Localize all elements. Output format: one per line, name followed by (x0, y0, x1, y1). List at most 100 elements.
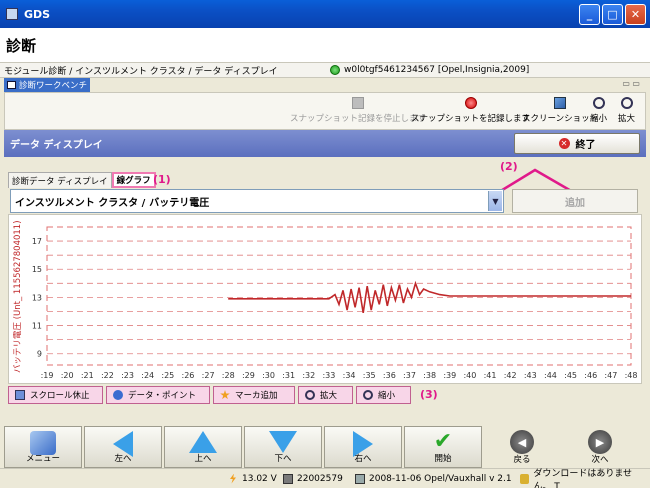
minimize-button[interactable]: _ (579, 4, 600, 25)
status-download: ダウンロードはありません。 T (520, 466, 650, 488)
annotation-3: (3) (420, 388, 438, 401)
zoom-out-label: 縮小 (590, 114, 608, 124)
end-button[interactable]: ✕ 終了 (514, 133, 640, 154)
x-tick-label: :35 (363, 371, 376, 380)
x-tick-label: :38 (423, 371, 436, 380)
left-button[interactable]: 左へ (84, 426, 162, 468)
display-tabs: 診断データ ディスプレイ 線グラフ (8, 172, 156, 188)
arrow-up-icon (189, 431, 217, 453)
stop-snapshot-button[interactable]: スナップショット記録を停止します (290, 97, 426, 124)
snapshot-toolbar: スナップショット記録を停止します スナップショットを記録します スクリーンショッ… (4, 92, 646, 130)
vehicle-info: w0l0tgf5461234567 [Opel,Insignia,2009] (330, 65, 529, 75)
start-button[interactable]: ✔ 開始 (404, 426, 482, 468)
chevron-down-icon[interactable]: ▼ (488, 191, 502, 211)
panel-window-controls[interactable]: ▭ ▭ (622, 79, 640, 88)
record-snapshot-button[interactable]: スナップショットを記録します (411, 97, 530, 124)
list-icon (15, 390, 25, 400)
status-id: 22002579 (283, 473, 343, 484)
up-button[interactable]: 上へ (164, 426, 242, 468)
workbench-tab-row: 診断ワークベンチ ▭ ▭ (0, 78, 650, 92)
x-tick-label: :30 (262, 371, 275, 380)
zoom-out-icon (592, 97, 605, 109)
tab-line-graph[interactable]: 線グラフ (111, 172, 156, 188)
x-tick-label: :41 (484, 371, 497, 380)
graph-zoom-out-label: 縮小 (378, 391, 396, 401)
back-icon: ◀ (510, 430, 534, 454)
x-tick-label: :31 (282, 371, 295, 380)
x-tick-label: :34 (343, 371, 356, 380)
menu-icon (30, 431, 56, 455)
x-tick-label: :40 (463, 371, 476, 380)
arrow-down-icon (269, 431, 297, 453)
title-bar: GDS _ □ ✕ (0, 0, 650, 28)
status-version: 2008-11-06 Opel/Vauxhall v 2.1 (355, 473, 512, 484)
tab-diag-data-display[interactable]: 診断データ ディスプレイ (8, 172, 112, 188)
page-title: 診断 (0, 28, 650, 62)
graph-zoom-out-button[interactable]: 縮小 (356, 386, 411, 404)
window-title: GDS (24, 7, 51, 21)
close-circle-icon: ✕ (558, 138, 570, 149)
zoom-in-icon (620, 97, 633, 109)
x-tick-label: :47 (604, 371, 617, 380)
x-tick-label: :43 (524, 371, 537, 380)
next-button[interactable]: ▶ 次へ (562, 426, 638, 468)
device-icon (283, 473, 293, 484)
back-label: 戻る (513, 455, 531, 465)
down-button[interactable]: 下へ (244, 426, 322, 468)
arrow-right-icon (353, 431, 373, 457)
x-tick-label: :44 (544, 371, 557, 380)
close-button[interactable]: ✕ (625, 4, 646, 25)
zoom-in-label: 拡大 (618, 114, 636, 124)
record-snapshot-label: スナップショットを記録します (411, 114, 531, 124)
version-text: 2008-11-06 Opel/Vauxhall v 2.1 (369, 473, 512, 484)
workbench-icon (7, 81, 16, 89)
zoom-out-button[interactable]: 縮小 (590, 97, 607, 124)
connection-status-icon (330, 65, 340, 75)
next-icon: ▶ (588, 430, 612, 454)
graph-zoom-in-label: 拡大 (320, 391, 338, 401)
maximize-button[interactable]: □ (602, 4, 623, 25)
data-point-label: データ・ポイント (128, 391, 197, 401)
magnifier-plus-icon (305, 390, 315, 400)
x-tick-label: :42 (504, 371, 517, 380)
next-label: 次へ (591, 455, 609, 465)
end-label: 終了 (575, 140, 596, 151)
nav-bar: メニュー 左へ 上へ 下へ 右へ ✔ 開始 ◀ 戻る ▶ 次へ (4, 426, 646, 468)
magnifier-minus-icon (363, 390, 373, 400)
menu-button[interactable]: メニュー (4, 426, 82, 468)
x-tick-label: :20 (61, 371, 74, 380)
device-id: 22002579 (297, 473, 343, 484)
disk-icon (355, 473, 365, 484)
add-marker-button[interactable]: マーカ追加 (213, 386, 295, 404)
screenshot-button[interactable]: スクリーンショット (522, 97, 598, 124)
breadcrumb: モジュール診断 / インスツルメント クラスタ / データ ディスプレイ w0l… (0, 62, 650, 78)
workbench-tab-label: 診断ワークベンチ (19, 81, 88, 91)
screenshot-icon (554, 97, 567, 109)
x-tick-label: :26 (182, 371, 195, 380)
tab-diagnostic-workbench[interactable]: 診断ワークベンチ (4, 78, 90, 92)
data-display-title: データ ディスプレイ (10, 140, 103, 151)
scroll-stop-label: スクロール休止 (30, 391, 90, 401)
add-button[interactable]: 追加 (512, 189, 638, 213)
line-graph[interactable]: 9 11 13 15 17 バッテリ電圧 (Unt_ 1155627804011):19:… (8, 214, 642, 384)
data-point-button[interactable]: データ・ポイント (106, 386, 210, 404)
stop-icon (352, 97, 364, 109)
stop-snapshot-label: スナップショット記録を停止します (290, 114, 427, 124)
star-icon (220, 390, 230, 400)
right-button[interactable]: 右へ (324, 426, 402, 468)
y-tick-label: 11 (32, 322, 42, 331)
graph-zoom-in-button[interactable]: 拡大 (298, 386, 353, 404)
x-tick-label: :28 (222, 371, 235, 380)
gds-window: GDS _ □ ✕ 診断 モジュール診断 / インスツルメント クラスタ / デ… (0, 0, 650, 488)
signal-name: バッテリ電圧 (149, 197, 210, 209)
x-tick-label: :29 (242, 371, 255, 380)
signal-module: インスツルメント クラスタ / (15, 197, 146, 209)
zoom-in-button[interactable]: 拡大 (618, 97, 635, 124)
signal-select[interactable]: インスツルメント クラスタ / バッテリ電圧 ▼ (10, 189, 504, 213)
y-tick-label: 13 (32, 293, 42, 302)
record-icon (464, 97, 477, 109)
add-marker-label: マーカ追加 (235, 391, 278, 401)
back-button[interactable]: ◀ 戻る (484, 426, 560, 468)
x-tick-label: :32 (302, 371, 315, 380)
scroll-stop-button[interactable]: スクロール休止 (8, 386, 103, 404)
